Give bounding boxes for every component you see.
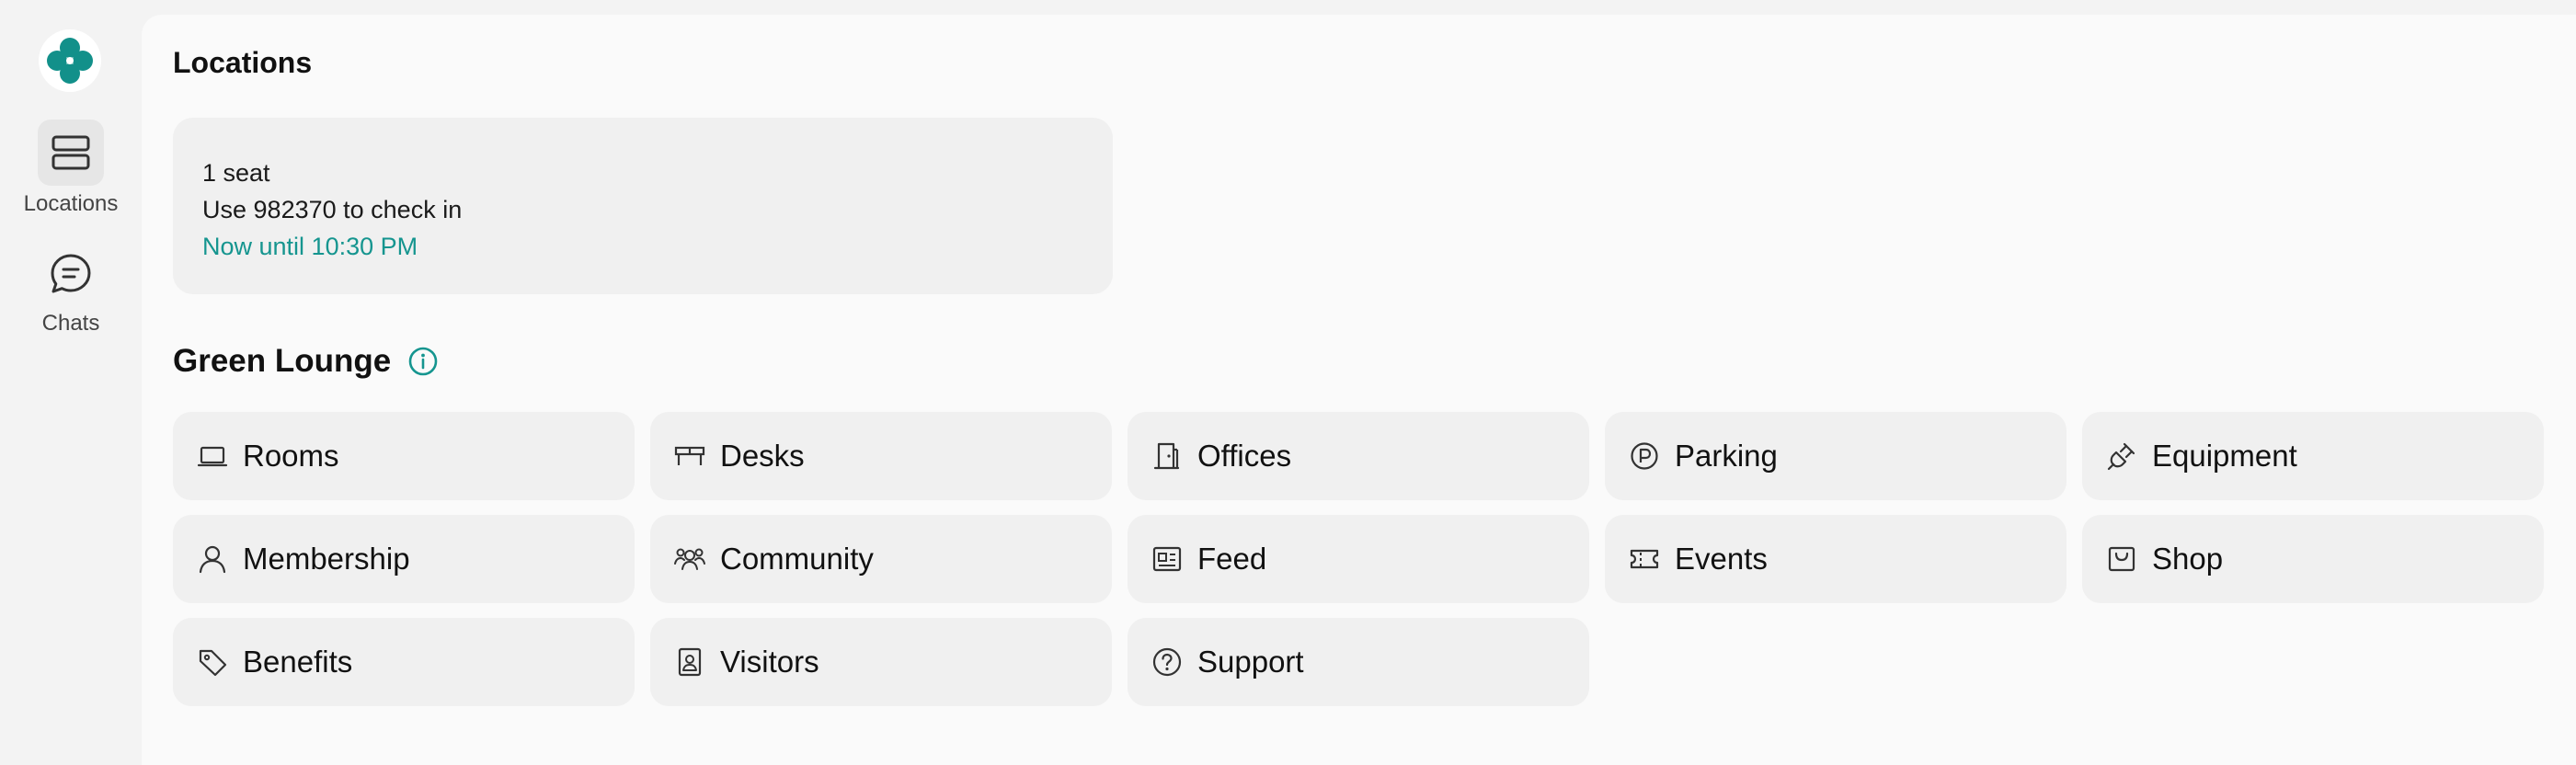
tile-label: Visitors — [720, 645, 819, 679]
main-panel: Locations 1 seat Use 982370 to check in … — [142, 15, 2576, 765]
tile-label: Shop — [2152, 542, 2224, 576]
sidebar-item-chats[interactable]: Chats — [0, 241, 142, 337]
tile-benefits[interactable]: Benefits — [173, 618, 635, 706]
tag-icon — [197, 646, 228, 678]
tile-rooms[interactable]: Rooms — [173, 412, 635, 500]
booking-card[interactable]: 1 seat Use 982370 to check in Now until … — [173, 118, 1113, 294]
tile-desks[interactable]: Desks — [650, 412, 1112, 500]
laptop-icon — [197, 440, 228, 472]
tile-offices[interactable]: Offices — [1128, 412, 1589, 500]
info-circle-icon[interactable] — [407, 346, 439, 377]
checkin-suffix: to check in — [336, 196, 463, 223]
desk-icon — [674, 440, 705, 472]
question-circle-icon — [1151, 646, 1183, 678]
checkin-code: 982370 — [253, 196, 337, 223]
tile-membership[interactable]: Membership — [173, 515, 635, 603]
booking-time: Now until 10:30 PM — [202, 233, 418, 260]
sidebar-item-label: Locations — [23, 191, 119, 216]
tile-label: Offices — [1197, 439, 1292, 473]
checkin-prefix: Use — [202, 196, 254, 223]
tile-label: Rooms — [243, 439, 339, 473]
person-icon — [197, 543, 228, 575]
badge-icon — [674, 646, 705, 678]
parking-icon — [1629, 440, 1660, 472]
app-window: Locations Chats Locations 1 seat Use 982… — [0, 0, 2576, 765]
clover-logo-icon[interactable] — [39, 29, 101, 92]
location-name: Green Lounge — [173, 343, 392, 379]
sidebar-item-locations[interactable]: Locations — [0, 120, 142, 217]
ticket-icon — [1629, 543, 1660, 575]
tile-label: Support — [1197, 645, 1304, 679]
tile-equipment[interactable]: Equipment — [2082, 412, 2544, 500]
shopping-bag-icon — [2106, 543, 2137, 575]
tile-events[interactable]: Events — [1605, 515, 2067, 603]
people-group-icon — [674, 543, 705, 575]
tile-label: Parking — [1675, 439, 1778, 473]
chat-bubble-icon — [38, 241, 104, 307]
tile-shop[interactable]: Shop — [2082, 515, 2544, 603]
sidebar-item-label: Chats — [41, 311, 100, 336]
door-icon — [1151, 440, 1183, 472]
booking-seats: 1 seat — [202, 159, 270, 187]
tile-label: Membership — [243, 542, 410, 576]
tile-label: Benefits — [243, 645, 353, 679]
tile-label: Feed — [1197, 542, 1267, 576]
tile-community[interactable]: Community — [650, 515, 1112, 603]
plug-icon — [2106, 440, 2137, 472]
tile-label: Equipment — [2152, 439, 2297, 473]
tile-visitors[interactable]: Visitors — [650, 618, 1112, 706]
tile-parking[interactable]: Parking — [1605, 412, 2067, 500]
feature-tiles: Rooms Desks Offices Parking Equipment Me… — [173, 412, 2544, 706]
sidebar: Locations Chats — [0, 0, 142, 765]
tile-label: Events — [1675, 542, 1768, 576]
tile-label: Desks — [720, 439, 805, 473]
location-header: Green Lounge — [173, 343, 439, 380]
tile-label: Community — [720, 542, 874, 576]
booking-checkin: Use 982370 to check in — [202, 191, 1083, 228]
tile-feed[interactable]: Feed — [1128, 515, 1589, 603]
tile-support[interactable]: Support — [1128, 618, 1589, 706]
page-title: Locations — [173, 46, 313, 79]
newspaper-icon — [1151, 543, 1183, 575]
server-stack-icon — [38, 120, 104, 186]
